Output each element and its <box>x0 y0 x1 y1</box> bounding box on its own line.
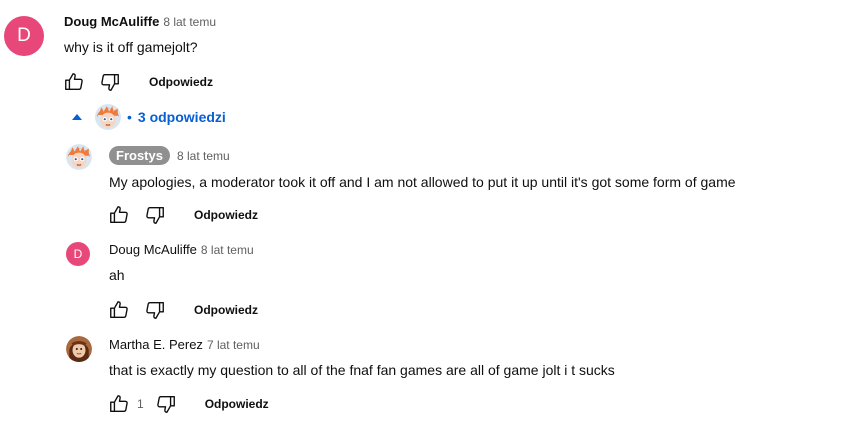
thumb-up-icon <box>108 299 130 321</box>
reply-author[interactable]: Doug McAuliffe <box>109 242 197 257</box>
replier-avatar <box>95 104 121 130</box>
thumb-down-icon <box>155 393 177 415</box>
reply-time[interactable]: 8 lat temu <box>177 149 230 163</box>
frosty-avatar-image <box>66 144 92 170</box>
reply-header: Doug McAuliffe 8 lat temu <box>109 242 254 257</box>
like-button[interactable] <box>107 298 131 322</box>
caret-up-icon <box>72 114 82 120</box>
dislike-button[interactable] <box>143 203 167 227</box>
thumb-down-icon <box>99 71 121 93</box>
comment-actions: Odpowiedz <box>62 70 213 94</box>
thumb-up-icon <box>108 204 130 226</box>
reply-text: My apologies, a moderator took it off an… <box>109 174 736 190</box>
like-button[interactable] <box>62 70 86 94</box>
reply-actions: Odpowiedz <box>107 298 258 322</box>
like-button[interactable] <box>107 392 131 416</box>
thumb-up-icon <box>108 393 130 415</box>
reply-time[interactable]: 7 lat temu <box>207 338 260 352</box>
like-count: 1 <box>137 397 144 411</box>
replies-toggle[interactable]: • 3 odpowiedzi <box>72 104 226 130</box>
thumb-up-icon <box>63 71 85 93</box>
comment-text: why is it off gamejolt? <box>64 39 198 55</box>
reply-header: Frostys 8 lat temu <box>109 146 230 165</box>
dislike-button[interactable] <box>98 70 122 94</box>
owner-author-badge[interactable]: Frostys <box>109 146 170 165</box>
reply-actions: Odpowiedz <box>107 203 258 227</box>
reply-header: Martha E. Perez 7 lat temu <box>109 337 260 352</box>
comment-header: Doug McAuliffe 8 lat temu <box>64 14 216 29</box>
comment-time[interactable]: 8 lat temu <box>163 15 216 29</box>
bullet-separator: • <box>127 109 132 125</box>
dislike-button[interactable] <box>154 392 178 416</box>
avatar[interactable] <box>66 144 92 170</box>
reply-button[interactable]: Odpowiedz <box>194 208 258 222</box>
avatar[interactable]: D <box>4 16 44 56</box>
replies-count: 3 odpowiedzi <box>137 109 226 125</box>
comment-author[interactable]: Doug McAuliffe <box>64 14 159 29</box>
reply-text: ah <box>109 267 125 283</box>
reply-actions: 1 Odpowiedz <box>107 392 269 416</box>
avatar-letter: D <box>73 247 83 261</box>
like-button[interactable] <box>107 203 131 227</box>
thumb-down-icon <box>144 204 166 226</box>
thumb-down-icon <box>144 299 166 321</box>
reply-author[interactable]: Martha E. Perez <box>109 337 203 352</box>
reply-button[interactable]: Odpowiedz <box>149 75 213 89</box>
reply-time[interactable]: 8 lat temu <box>201 243 254 257</box>
avatar[interactable]: D <box>66 242 90 266</box>
avatar-letter: D <box>17 25 31 46</box>
martha-avatar-image <box>66 336 92 362</box>
dislike-button[interactable] <box>143 298 167 322</box>
avatar[interactable] <box>66 336 92 362</box>
reply-text: that is exactly my question to all of th… <box>109 362 615 378</box>
reply-button[interactable]: Odpowiedz <box>194 303 258 317</box>
reply-button[interactable]: Odpowiedz <box>205 397 269 411</box>
